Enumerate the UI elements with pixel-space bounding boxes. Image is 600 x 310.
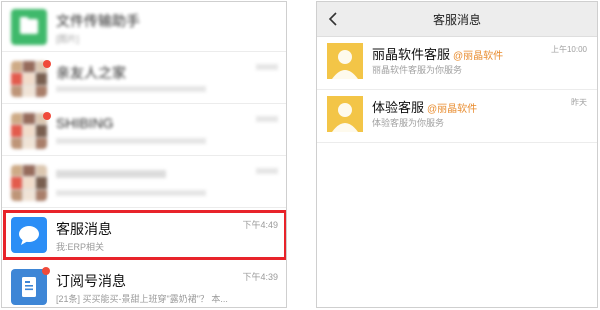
subscription-doc-icon	[11, 269, 47, 305]
page-header: 客服消息	[317, 2, 597, 37]
chat-row-group-3[interactable]	[2, 158, 286, 208]
chat-row-group-2[interactable]: SHIBING	[2, 106, 286, 156]
chat-name: 亲友人之家	[56, 65, 126, 81]
default-avatar-icon	[327, 96, 363, 132]
chat-name	[56, 170, 166, 178]
chat-row-group-1[interactable]: 亲友人之家	[2, 54, 286, 104]
default-avatar-icon	[327, 43, 363, 79]
file-transfer-icon	[11, 9, 47, 45]
service-item-trial[interactable]: 体验客服 @丽晶软件 体验客服为你服务 昨天	[317, 90, 597, 143]
unread-dot	[43, 60, 51, 68]
service-name: 体验客服 @丽晶软件	[372, 97, 477, 116]
chat-name: SHIBING	[56, 115, 114, 131]
unread-dot	[43, 112, 51, 120]
group-avatar	[11, 61, 47, 97]
chat-time: 下午4:49	[242, 220, 278, 230]
chat-row-customer-service[interactable]: 客服消息 我:ERP相关 下午4:49	[2, 210, 286, 260]
brand-tag: @丽晶软件	[427, 104, 478, 115]
chat-row-file-transfer[interactable]: 文件传输助手 [图片]	[2, 2, 286, 52]
service-name-text: 体验客服	[372, 100, 425, 115]
service-item-lijing[interactable]: 丽晶软件客服 @丽晶软件 丽晶软件客服为你服务 上午10:00	[317, 37, 597, 90]
chat-list-panel: 文件传输助手 [图片] 亲友人之家 SHIBING 客服消息 我:ERP相关 下…	[1, 1, 287, 308]
chat-preview	[56, 138, 206, 144]
chat-preview: 我:ERP相关	[56, 242, 105, 252]
chat-time	[256, 64, 278, 70]
service-name: 丽晶软件客服 @丽晶软件	[372, 44, 503, 63]
chat-time	[256, 116, 278, 122]
chat-name: 订阅号消息	[56, 273, 126, 289]
service-time: 上午10:00	[550, 45, 587, 54]
chat-time: 下午4:39	[242, 272, 278, 282]
chat-name: 文件传输助手	[56, 13, 140, 29]
service-name-text: 丽晶软件客服	[372, 47, 451, 62]
group-avatar	[11, 113, 47, 149]
unread-dot	[42, 267, 50, 275]
chat-preview	[56, 86, 206, 92]
chat-bubble-icon	[11, 217, 47, 253]
customer-service-panel: 客服消息 丽晶软件客服 @丽晶软件 丽晶软件客服为你服务 上午10:00 体验客服…	[316, 1, 598, 308]
group-avatar	[11, 165, 47, 201]
chat-preview	[56, 190, 206, 196]
chat-name: 客服消息	[56, 221, 112, 237]
service-time: 昨天	[571, 98, 587, 107]
chat-preview: [图片]	[56, 34, 80, 44]
chat-row-subscription[interactable]: 订阅号消息 [21条] 买买能买-景甜上班穿"露奶裙"？ 本... 下午4:39	[2, 262, 286, 307]
brand-tag: @丽晶软件	[453, 51, 504, 62]
chat-time	[256, 168, 278, 174]
service-preview: 丽晶软件客服为你服务	[372, 65, 463, 75]
page-title: 客服消息	[432, 13, 481, 27]
chat-preview: [21条] 买买能买-景甜上班穿"露奶裙"？ 本...	[56, 294, 228, 304]
service-preview: 体验客服为你服务	[372, 118, 445, 128]
